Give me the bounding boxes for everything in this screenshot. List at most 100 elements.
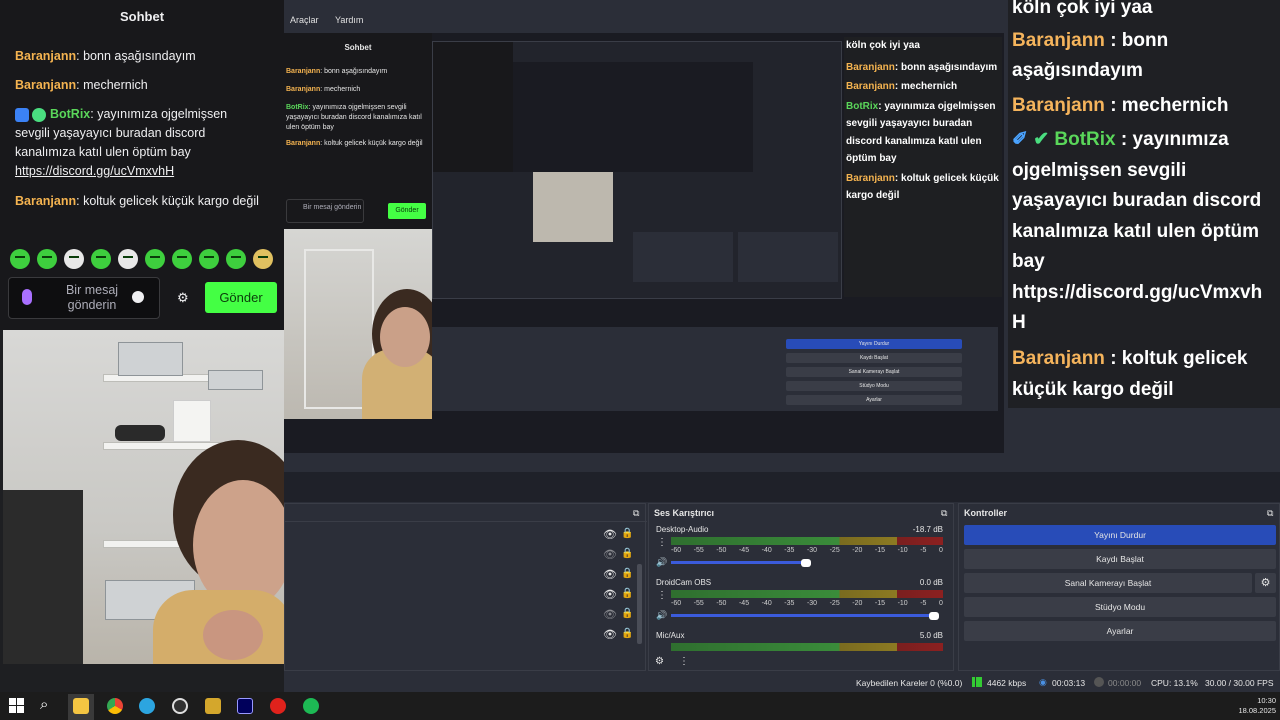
lock-icon[interactable]: 🔒 (621, 628, 633, 639)
chat-message: Baranjann: koltuk gelicek küçük kargo de… (15, 192, 265, 211)
microphone-icon[interactable] (22, 289, 32, 305)
lock-icon[interactable]: 🔒 (621, 588, 633, 599)
chair (3, 490, 83, 664)
emote-icon[interactable] (253, 249, 273, 269)
kebab-menu-icon[interactable]: ⋮ (657, 590, 667, 601)
app-icon[interactable] (205, 698, 221, 714)
nested-chat (433, 42, 513, 172)
stop-streaming-button[interactable]: Yayını Durdur (964, 525, 1276, 545)
search-icon[interactable]: ⌕ (40, 696, 48, 713)
file-explorer-icon[interactable] (73, 698, 89, 714)
lock-icon[interactable]: 🔒 (621, 608, 633, 619)
menu-help[interactable]: Yardım (335, 15, 363, 25)
audio-meter (671, 537, 943, 545)
preview-chat-input: Bir mesaj gönderin (286, 199, 364, 223)
preview-chat-copy: Sohbet Baranjann: bonn aşağısındayım Bar… (284, 33, 432, 229)
emote-bar (10, 249, 273, 269)
emote-icon[interactable] (64, 249, 84, 269)
start-recording-button[interactable]: Kaydı Başlat (964, 549, 1276, 569)
audition-icon[interactable] (237, 698, 253, 714)
chat-message-text: : yayınımıza ojgelmişsen sevgili yaşayay… (15, 107, 228, 159)
preview-nested-screen (432, 41, 842, 299)
clock-time: 10:30 (1257, 696, 1276, 705)
taskbar-clock[interactable]: 10:30 18.08.2025 (1230, 696, 1276, 716)
dock-float-icon[interactable]: ⧉ (941, 508, 947, 519)
visibility-eye-off-icon[interactable]: 👁 (603, 608, 617, 621)
mixer-track-db: 0.0 dB (919, 578, 943, 587)
emote-icon[interactable] (172, 249, 192, 269)
emote-icon[interactable] (91, 249, 111, 269)
menu-tools[interactable]: Araçlar (290, 15, 319, 25)
lock-icon[interactable]: 🔒 (621, 528, 633, 539)
speaker-icon[interactable]: 🔊 (656, 557, 667, 568)
basket (208, 370, 263, 390)
visibility-eye-off-icon[interactable]: 👁 (603, 548, 617, 561)
preview-webcam (284, 229, 432, 419)
opera-icon[interactable] (270, 698, 286, 714)
volume-slider[interactable] (671, 561, 807, 564)
nested-preview (513, 62, 753, 172)
kebab-menu-icon[interactable]: ⋮ (679, 656, 689, 667)
obs-menubar: Araçlar Yardım (284, 15, 1004, 33)
preview-controls: Yayını Durdur Kaydı Başlat Sanal Kameray… (786, 329, 996, 409)
visibility-eye-icon[interactable]: 👁 (603, 628, 617, 641)
chat-message: BotRix: yayınımıza ojgelmişsen sevgili y… (15, 105, 265, 181)
lock-icon[interactable]: 🔒 (621, 568, 633, 579)
emoji-icon[interactable] (132, 291, 144, 303)
chat-username[interactable]: BotRix (50, 107, 90, 121)
preview-face (380, 307, 430, 367)
lock-icon[interactable]: 🔒 (621, 548, 633, 559)
telegram-icon[interactable] (139, 698, 155, 714)
dock-divider (285, 521, 647, 522)
sources-scrollbar[interactable] (637, 564, 642, 644)
kebab-menu-icon[interactable]: ⋮ (657, 537, 667, 548)
obs-icon[interactable] (172, 698, 188, 714)
verified-badge-icon (32, 107, 47, 122)
record-time: 00:00:00 (1108, 678, 1142, 688)
fps: 30.00 / 30.00 FPS (1205, 678, 1274, 688)
volume-slider-knob[interactable] (801, 559, 811, 567)
emote-icon[interactable] (118, 249, 138, 269)
mixer-title: Ses Karıştırıcı (654, 508, 715, 518)
discord-link[interactable]: https://discord.gg/ucVmxvhH (15, 162, 265, 181)
mixer-settings-icon[interactable]: ⚙ (655, 656, 664, 667)
windows-start-icon[interactable] (9, 698, 24, 713)
virtual-camera-gear-icon[interactable]: ⚙ (1255, 573, 1276, 593)
emote-icon[interactable] (226, 249, 246, 269)
chat-message-text: : mechernich (76, 78, 148, 92)
audio-mixer-dock: Ses Karıştırıcı ⧉ Desktop-Audio -18.7 dB… (648, 503, 954, 671)
start-virtual-camera-button[interactable]: Sanal Kamerayı Başlat (964, 573, 1252, 593)
dock-float-icon[interactable]: ⧉ (1267, 508, 1273, 519)
chat-username[interactable]: Baranjann (15, 78, 76, 92)
preview-send-button: Gönder (388, 203, 426, 219)
send-button[interactable]: Gönder (205, 282, 277, 313)
chrome-icon[interactable] (107, 698, 123, 714)
streaming-icon: ◉ (1039, 677, 1047, 687)
bitrate: 4462 kbps (987, 678, 1027, 688)
nested-mixer (633, 232, 733, 282)
record-icon (1094, 677, 1104, 687)
chat-input-placeholder: Bir mesaj gönderin (65, 283, 119, 312)
volume-slider-knob[interactable] (929, 612, 939, 620)
dock-float-icon[interactable]: ⧉ (633, 508, 639, 519)
visibility-eye-icon[interactable]: 👁 (603, 528, 617, 541)
speaker-icon[interactable]: 🔊 (656, 610, 667, 621)
preview-chat-messages: Baranjann: bonn aşağısındayım Baranjann:… (286, 68, 423, 147)
emote-icon[interactable] (10, 249, 30, 269)
box (173, 400, 211, 442)
chat-username[interactable]: Baranjann (15, 194, 76, 208)
emote-icon[interactable] (145, 249, 165, 269)
gear-icon[interactable]: ⚙ (177, 291, 190, 304)
studio-mode-button[interactable]: Stüdyo Modu (964, 597, 1276, 617)
chat-message-text: : koltuk gelicek küçük kargo değil (76, 194, 259, 208)
settings-button[interactable]: Ayarlar (964, 621, 1276, 641)
volume-slider[interactable] (671, 614, 933, 617)
visibility-eye-icon[interactable]: 👁 (603, 588, 617, 601)
spotify-icon[interactable] (303, 698, 319, 714)
cpu-usage: CPU: 13.1% (1151, 678, 1198, 688)
emote-icon[interactable] (37, 249, 57, 269)
emote-icon[interactable] (199, 249, 219, 269)
moderator-badge-icon (15, 107, 29, 122)
visibility-eye-icon[interactable]: 👁 (603, 568, 617, 581)
chat-username[interactable]: Baranjann (15, 49, 76, 63)
